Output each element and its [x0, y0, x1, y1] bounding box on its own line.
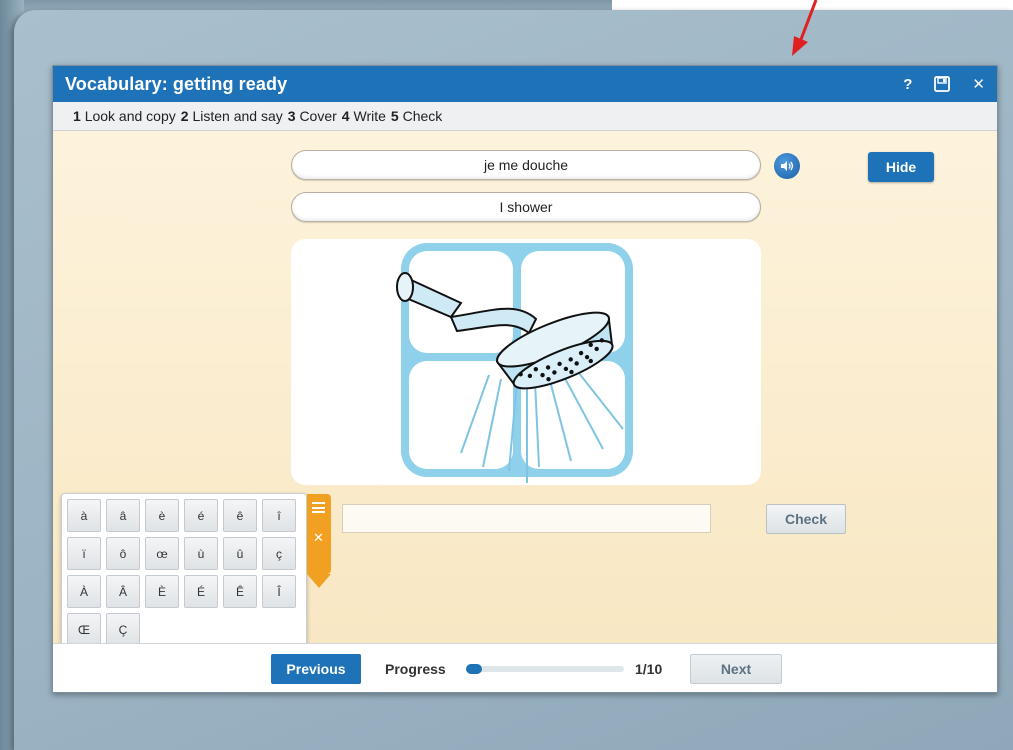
- accent-key[interactable]: È: [145, 575, 179, 608]
- accent-key[interactable]: Ç: [106, 613, 140, 646]
- speaker-icon: [781, 161, 794, 171]
- english-word-box: I shower: [291, 192, 761, 222]
- title-bar: Vocabulary: getting ready ? ✕: [53, 66, 997, 102]
- step-cover: 3 Cover: [287, 108, 337, 124]
- accent-key[interactable]: ï: [67, 537, 101, 570]
- progress-label: Progress: [385, 661, 446, 677]
- menu-icon[interactable]: [312, 502, 325, 513]
- save-icon: [934, 76, 951, 92]
- accent-key[interactable]: À: [67, 575, 101, 608]
- close-icon[interactable]: ✕: [313, 530, 324, 546]
- accent-key[interactable]: î: [262, 499, 296, 532]
- accent-key[interactable]: è: [145, 499, 179, 532]
- check-button[interactable]: Check: [766, 504, 846, 534]
- accent-key[interactable]: â: [106, 499, 140, 532]
- step-look-and-copy: 1 Look and copy: [73, 108, 176, 124]
- word-picture: [291, 239, 761, 485]
- step-listen-and-say: 2 Listen and say: [180, 108, 283, 124]
- close-button[interactable]: ✕: [972, 75, 985, 93]
- accent-key[interactable]: Ê: [223, 575, 257, 608]
- accent-keyboard: à â è é ê î ï ô œ ù û ç À Â È É Ê Î Œ Ç: [61, 493, 307, 655]
- hide-button[interactable]: Hide: [868, 152, 934, 182]
- previous-button[interactable]: Previous: [271, 654, 361, 684]
- app-window: Vocabulary: getting ready ? ✕ 1 Look and…: [52, 65, 998, 693]
- accent-key[interactable]: é: [184, 499, 218, 532]
- accent-key[interactable]: ô: [106, 537, 140, 570]
- save-button[interactable]: [934, 76, 951, 92]
- exercise-area: je me douche I shower Hide Check à â è é…: [53, 131, 997, 655]
- help-button[interactable]: ?: [903, 76, 912, 93]
- accent-key[interactable]: ê: [223, 499, 257, 532]
- accent-key[interactable]: û: [223, 537, 257, 570]
- window-title: Vocabulary: getting ready: [65, 73, 288, 94]
- steps-bar: 1 Look and copy 2 Listen and say 3 Cover…: [53, 102, 997, 131]
- accent-key[interactable]: ç: [262, 537, 296, 570]
- answer-input[interactable]: [342, 504, 711, 533]
- keyboard-tab: ✕: [307, 494, 331, 588]
- accent-key[interactable]: à: [67, 499, 101, 532]
- step-write: 4 Write: [341, 108, 386, 124]
- audio-play-button[interactable]: [774, 153, 800, 179]
- accent-key[interactable]: É: [184, 575, 218, 608]
- annotation-arrow-icon: [792, 0, 818, 56]
- accent-key[interactable]: ù: [184, 537, 218, 570]
- accent-key[interactable]: Œ: [67, 613, 101, 646]
- french-word-box: je me douche: [291, 150, 761, 180]
- navigation-bar: Previous Progress 1/10 Next: [53, 643, 997, 692]
- next-button[interactable]: Next: [690, 654, 782, 684]
- progress-bar: [466, 664, 624, 674]
- accent-key[interactable]: Î: [262, 575, 296, 608]
- accent-key[interactable]: œ: [145, 537, 179, 570]
- progress-count: 1/10: [635, 661, 663, 677]
- step-check: 5 Check: [390, 108, 443, 124]
- progress-fill: [466, 664, 482, 674]
- shower-head-icon: [396, 243, 633, 483]
- accent-key[interactable]: Â: [106, 575, 140, 608]
